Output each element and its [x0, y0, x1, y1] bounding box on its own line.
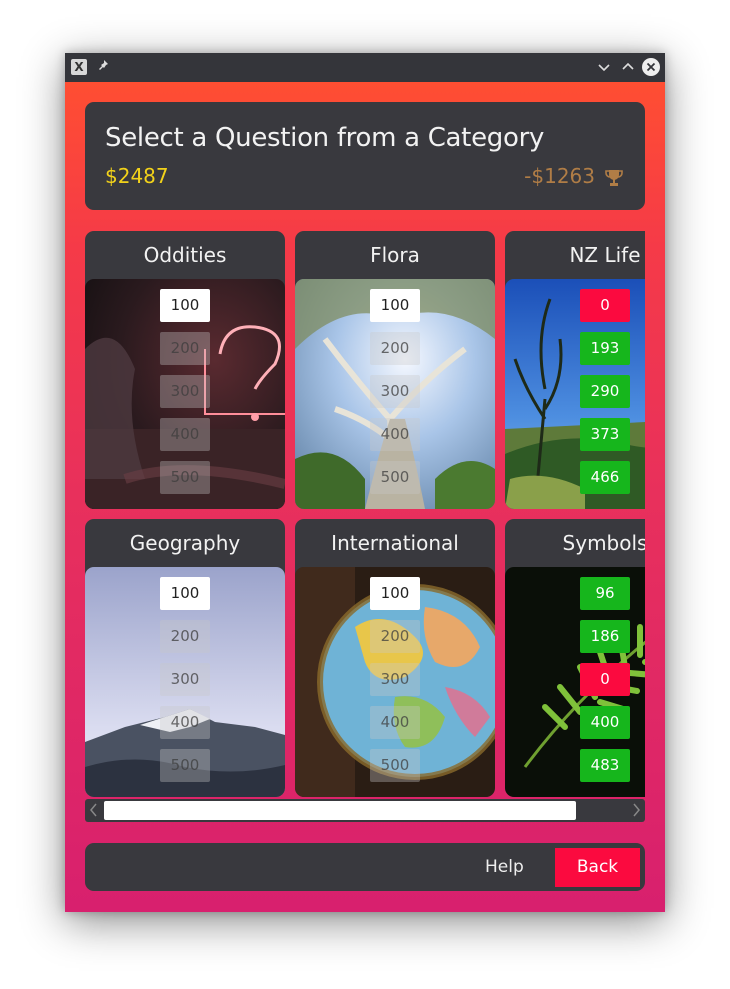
question-button[interactable]: 400	[160, 706, 210, 739]
question-button[interactable]: 466	[580, 461, 630, 494]
scroll-left-icon[interactable]	[89, 801, 99, 823]
scrollbar-thumb[interactable]	[104, 801, 576, 820]
category-title: Symbols	[562, 531, 645, 555]
question-button[interactable]: 300	[370, 663, 420, 696]
question-button[interactable]: 0	[580, 289, 630, 322]
player-score: $2487	[105, 164, 169, 188]
question-button[interactable]: 193	[580, 332, 630, 365]
question-button[interactable]: 300	[160, 663, 210, 696]
back-button[interactable]: Back	[555, 848, 640, 887]
page-title: Select a Question from a Category	[105, 123, 545, 153]
question-button[interactable]: 200	[160, 332, 210, 365]
category-card: NZ Life 0 193 290 373 466	[505, 231, 645, 509]
question-button[interactable]: 500	[160, 461, 210, 494]
category-card: Flora 100 200 300 400 500	[295, 231, 495, 509]
question-button[interactable]: 400	[370, 706, 420, 739]
question-button[interactable]: 0	[580, 663, 630, 696]
minimize-icon[interactable]	[595, 58, 613, 76]
category-card: Oddities 100 200 300 400 500	[85, 231, 285, 509]
category-title: NZ Life	[569, 243, 641, 267]
question-button[interactable]: 100	[370, 577, 420, 610]
category-card: International 100 200 300 400 500	[295, 519, 495, 797]
category-card: Symbols 96 186 0 400 483	[505, 519, 645, 797]
question-button[interactable]: 96	[580, 577, 630, 610]
question-button[interactable]: 500	[370, 461, 420, 494]
question-button[interactable]: 500	[370, 749, 420, 782]
category-title: Geography	[129, 531, 241, 555]
category-title: International	[331, 531, 459, 555]
question-button[interactable]: 300	[370, 375, 420, 408]
question-button[interactable]: 186	[580, 620, 630, 653]
question-button[interactable]: 200	[160, 620, 210, 653]
question-button[interactable]: 483	[580, 749, 630, 782]
opponent-score: -$1263	[524, 164, 595, 188]
category-title: Oddities	[143, 243, 227, 267]
app-window: X Select a Question from a Category $248…	[65, 53, 665, 912]
question-button[interactable]: 100	[370, 289, 420, 322]
close-icon[interactable]	[642, 58, 660, 76]
app-icon: X	[71, 59, 87, 75]
question-button[interactable]: 100	[160, 289, 210, 322]
main-content: Select a Question from a Category $2487 …	[65, 82, 665, 912]
scroll-right-icon[interactable]	[631, 801, 641, 823]
header-panel: Select a Question from a Category $2487 …	[85, 102, 645, 210]
maximize-icon[interactable]	[619, 58, 637, 76]
category-board[interactable]: Oddities 100 200 300 400 500 Flora 100 2…	[85, 231, 645, 797]
question-button[interactable]: 100	[160, 577, 210, 610]
title-bar[interactable]: X	[65, 53, 665, 82]
category-title: Flora	[370, 243, 420, 267]
horizontal-scrollbar[interactable]	[85, 799, 645, 822]
trophy-icon	[604, 168, 624, 188]
footer-bar: Help Back	[85, 843, 645, 891]
question-button[interactable]: 400	[580, 706, 630, 739]
question-button[interactable]: 290	[580, 375, 630, 408]
question-button[interactable]: 200	[370, 332, 420, 365]
pin-icon[interactable]	[97, 59, 109, 74]
question-button[interactable]: 200	[370, 620, 420, 653]
category-card: Geography 100 200 300 400 500	[85, 519, 285, 797]
question-button[interactable]: 500	[160, 749, 210, 782]
question-button[interactable]: 300	[160, 375, 210, 408]
question-button[interactable]: 400	[370, 418, 420, 451]
question-button[interactable]: 400	[160, 418, 210, 451]
help-button[interactable]: Help	[485, 843, 524, 891]
question-button[interactable]: 373	[580, 418, 630, 451]
